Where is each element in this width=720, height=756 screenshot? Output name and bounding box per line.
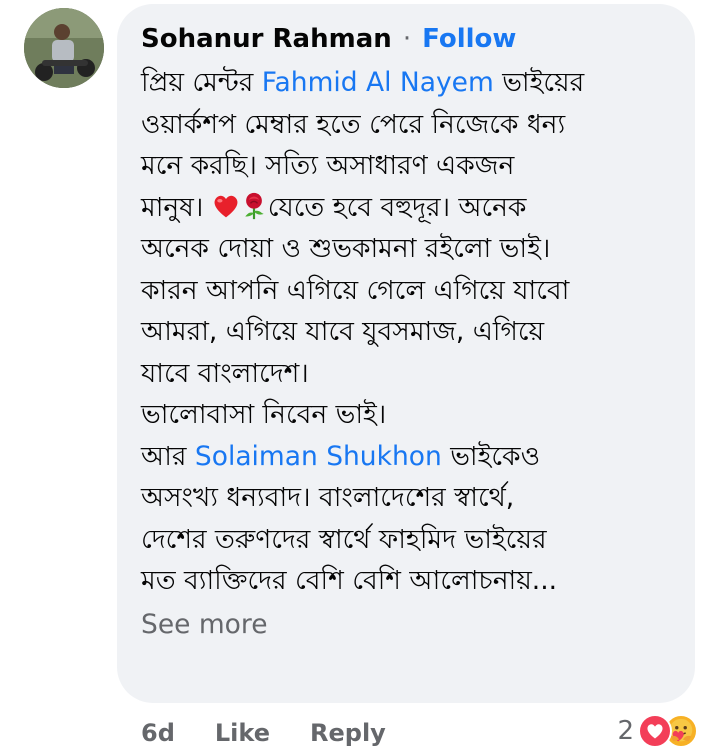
comment-line: আমরা, এগিয়ে যাবে যুবসমাজ, এগিয়ে: [141, 316, 545, 347]
avatar-photo: [24, 8, 104, 88]
comment-line: ওয়ার্কশপ মেম্বার হতে পেরে নিজেকে ধন্য: [141, 108, 566, 140]
comment-line: দেশের তরুণদের স্বার্থে ফাহমিদ ভাইয়ের: [141, 523, 547, 555]
comment-line: যাবে বাংলাদেশ।: [141, 357, 309, 389]
see-more-link[interactable]: See more: [141, 608, 675, 642]
mention-link[interactable]: Fahmid Al Nayem: [262, 67, 494, 98]
comment-line: প্রিয় মেন্টর Fahmid Al Nayem ভাইয়ের: [141, 62, 675, 104]
comment-bubble: Sohanur Rahman · Follow প্রিয় মেন্টর Fa…: [117, 4, 695, 703]
comment-text: ভাইয়ের: [493, 67, 585, 98]
comment-actions: 6d Like Reply: [141, 715, 386, 751]
avatar[interactable]: [24, 8, 104, 88]
reaction-summary[interactable]: 2: [617, 711, 698, 751]
heart-emoji-icon: [214, 195, 238, 217]
reaction-icons: [638, 714, 698, 748]
comment-body: প্রিয় মেন্টর Fahmid Al Nayem ভাইয়ের ওয…: [141, 62, 675, 602]
reaction-count: 2: [617, 716, 634, 746]
reply-button[interactable]: Reply: [310, 719, 386, 747]
comment-line: কারন আপনি এগিয়ে গেলে এগিয়ে যাবো: [141, 274, 570, 306]
comment-text: ভাইকেও: [441, 440, 541, 472]
love-icon: [638, 714, 672, 748]
comment-text: আর: [141, 440, 195, 472]
comment-line: অসংখ্য ধন্যবাদ। বাংলাদেশের স্বার্থে,: [141, 482, 515, 513]
comment-text: যেতে হবে বহুদূর। অনেক: [267, 191, 527, 223]
comment-line: অনেক দোয়া ও শুভকামনা রইলো ভাই।: [141, 233, 551, 264]
comment-line: মানুষ। যেতে হবে বহুদূর। অনেক: [141, 187, 675, 229]
comment-header: Sohanur Rahman · Follow: [141, 22, 675, 56]
follow-button[interactable]: Follow: [422, 24, 516, 54]
comment-line: ভালোবাসা নিবেন ভাই।: [141, 399, 387, 430]
comment-text: মানুষ।: [141, 191, 212, 223]
comment-line: মত ব্যাক্তিদের বেশি বেশি আলোচনায়...: [141, 565, 558, 596]
comment-text: প্রিয় মেন্টর: [141, 67, 262, 98]
mention-link[interactable]: Solaiman Shukhon: [195, 441, 442, 472]
rose-emoji-icon: [244, 192, 264, 219]
timestamp[interactable]: 6d: [141, 719, 175, 747]
like-button[interactable]: Like: [215, 719, 270, 747]
separator-dot: ·: [402, 24, 412, 54]
comment-line: মনে করছি। সত্যি অসাধারণ একজন: [141, 150, 515, 181]
comment-line: আর Solaiman Shukhon ভাইকেও: [141, 436, 675, 478]
author-name[interactable]: Sohanur Rahman: [141, 24, 392, 54]
